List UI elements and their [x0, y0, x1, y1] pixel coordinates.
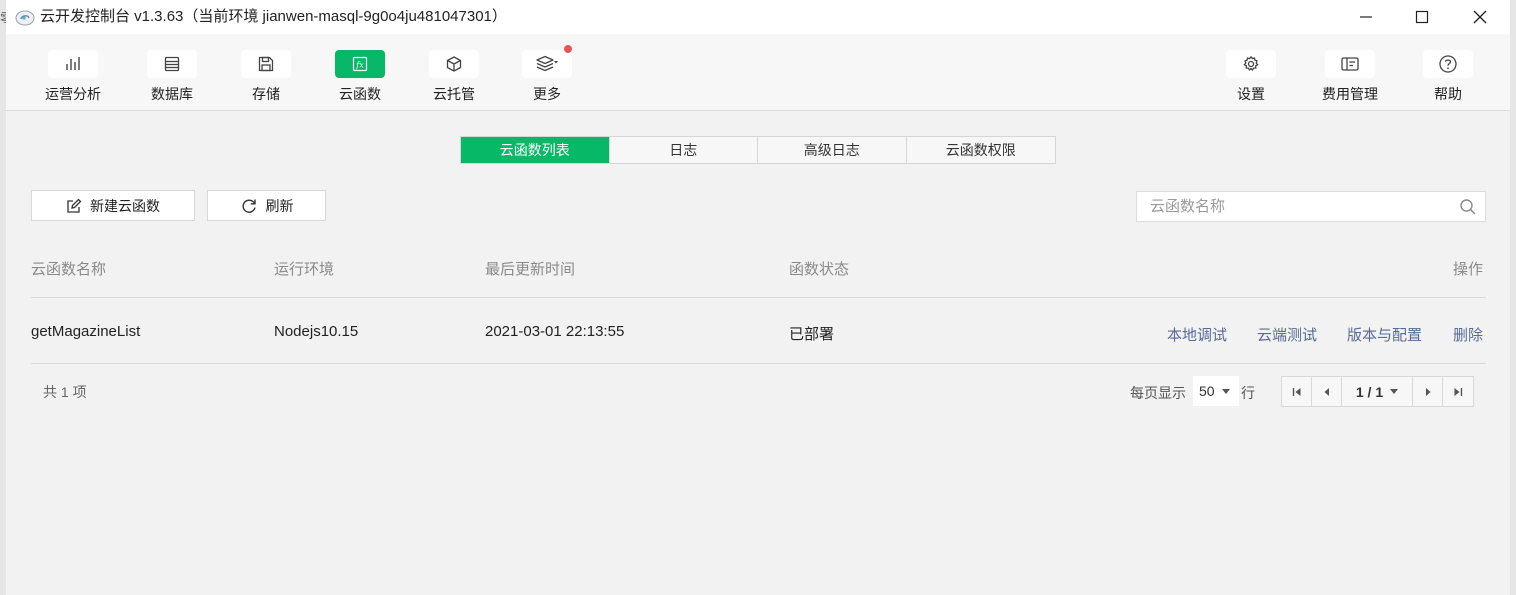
tab-logs[interactable]: 日志 — [609, 137, 758, 163]
toolbar-storage-label: 存储 — [252, 86, 280, 102]
window-title: 云开发控制台 v1.3.63（当前环境 jianwen-masql-9g0o4j… — [40, 8, 507, 25]
tab-advanced-logs[interactable]: 高级日志 — [758, 137, 907, 163]
background-window-fragment: 零 — [0, 8, 6, 27]
main-toolbar: 运营分析 数据库 存储 fx 云函数 云托管 更多 设置 费用管理 帮助 — [6, 34, 1510, 111]
column-header-updated: 最后更新时间 — [485, 261, 576, 278]
toolbar-database[interactable]: 数据库 — [137, 50, 207, 106]
search-icon[interactable] — [1459, 198, 1477, 216]
bar-chart-icon — [66, 57, 80, 70]
toolbar-billing[interactable]: 费用管理 — [1315, 50, 1385, 106]
version-config-link[interactable]: 版本与配置 — [1347, 324, 1422, 345]
function-search — [1136, 191, 1486, 222]
toolbar-more-label: 更多 — [533, 86, 561, 102]
tab-function-permissions[interactable]: 云函数权限 — [906, 137, 1055, 163]
last-page-button[interactable] — [1443, 377, 1473, 406]
toolbar-analytics-label: 运营分析 — [45, 86, 101, 102]
maximize-icon — [1415, 10, 1429, 24]
title-bar: 云开发控制台 v1.3.63（当前环境 jianwen-masql-9g0o4j… — [6, 0, 1510, 34]
toolbar-help-box — [1423, 50, 1473, 78]
toolbar-storage[interactable]: 存储 — [231, 50, 301, 106]
column-header-runtime: 运行环境 — [274, 261, 335, 278]
row-divider — [31, 363, 1486, 364]
svg-text:fx: fx — [355, 61, 364, 70]
app-logo-icon — [15, 10, 35, 26]
maximize-button[interactable] — [1394, 0, 1450, 34]
toolbar-database-label: 数据库 — [151, 86, 193, 102]
toolbar-cloud-hosting[interactable]: 云托管 — [419, 50, 489, 106]
toolbar-cloud-hosting-box — [429, 50, 479, 78]
edit-icon — [67, 198, 82, 213]
column-header-actions: 操作 — [1453, 261, 1484, 278]
toolbar-cloud-functions-box: fx — [335, 50, 385, 78]
last-page-icon — [1454, 387, 1463, 396]
pagination: 1 / 1 — [1281, 376, 1474, 407]
cube-icon — [446, 56, 462, 72]
toolbar-billing-box — [1325, 50, 1375, 78]
column-header-name: 云函数名称 — [31, 261, 107, 278]
refresh-icon — [241, 199, 256, 213]
delete-link[interactable]: 删除 — [1453, 324, 1483, 345]
new-function-label: 新建云函数 — [90, 197, 160, 214]
function-name-cell: getMagazineList — [31, 323, 141, 340]
toolbar-settings[interactable]: 设置 — [1216, 50, 1286, 106]
per-page-select[interactable]: 50 — [1193, 376, 1239, 406]
billing-icon — [1341, 57, 1359, 71]
prev-page-button[interactable] — [1312, 377, 1342, 406]
toolbar-cloud-functions[interactable]: fx 云函数 — [325, 50, 395, 106]
column-header-status: 函数状态 — [789, 261, 850, 278]
tab-function-list[interactable]: 云函数列表 — [461, 137, 610, 163]
page-status: 1 / 1 — [1355, 383, 1384, 400]
toolbar-settings-box — [1226, 50, 1276, 78]
chevron-right-icon — [1425, 387, 1430, 396]
per-page-suffix: 行 — [1241, 385, 1255, 401]
toolbar-database-box — [147, 50, 197, 78]
close-button[interactable] — [1452, 0, 1508, 34]
floppy-disk-icon — [258, 56, 274, 72]
toolbar-analytics-box — [48, 50, 98, 78]
minimize-icon — [1360, 16, 1372, 18]
refresh-button[interactable]: 刷新 — [207, 190, 326, 221]
function-tabs: 云函数列表 日志 高级日志 云函数权限 — [460, 136, 1056, 164]
first-page-icon — [1292, 387, 1300, 396]
toolbar-help-label: 帮助 — [1434, 86, 1462, 102]
runtime-cell: Nodejs10.15 — [274, 323, 359, 340]
updated-time-cell: 2021-03-01 22:13:55 — [485, 323, 625, 340]
close-icon — [1473, 10, 1487, 24]
help-icon — [1439, 55, 1457, 73]
notification-badge — [564, 45, 572, 53]
total-count: 共 1 项 — [43, 384, 87, 400]
toolbar-billing-label: 费用管理 — [1322, 86, 1378, 102]
per-page-label: 每页显示 — [1130, 385, 1186, 401]
cloud-test-link[interactable]: 云端测试 — [1257, 324, 1317, 345]
header-divider — [31, 297, 1486, 298]
next-page-button[interactable] — [1413, 377, 1443, 406]
database-icon — [164, 56, 180, 72]
toolbar-help[interactable]: 帮助 — [1413, 50, 1483, 106]
search-input[interactable] — [1137, 192, 1450, 221]
local-debug-link[interactable]: 本地调试 — [1167, 324, 1227, 345]
toolbar-more-box — [522, 45, 572, 78]
page-dropdown-icon — [1390, 389, 1399, 394]
first-page-button[interactable] — [1282, 377, 1312, 406]
function-icon: fx — [352, 56, 368, 72]
toolbar-storage-box — [241, 50, 291, 78]
new-function-button[interactable]: 新建云函数 — [31, 190, 195, 221]
toolbar-more[interactable]: 更多 — [512, 45, 582, 106]
minimize-button[interactable] — [1338, 0, 1394, 34]
app-window: 云开发控制台 v1.3.63（当前环境 jianwen-masql-9g0o4j… — [6, 0, 1510, 595]
toolbar-cloud-functions-label: 云函数 — [339, 86, 381, 102]
toolbar-cloud-hosting-label: 云托管 — [433, 86, 475, 102]
per-page-value: 50 — [1199, 383, 1215, 399]
page-select[interactable]: 1 / 1 — [1342, 377, 1413, 406]
toolbar-settings-label: 设置 — [1237, 86, 1265, 102]
chevron-down-icon — [1221, 388, 1230, 394]
layers-icon — [536, 55, 558, 72]
chevron-left-icon — [1324, 387, 1329, 396]
refresh-label: 刷新 — [265, 197, 294, 214]
toolbar-analytics[interactable]: 运营分析 — [38, 50, 108, 106]
status-cell: 已部署 — [789, 326, 835, 343]
gear-icon — [1243, 55, 1259, 72]
